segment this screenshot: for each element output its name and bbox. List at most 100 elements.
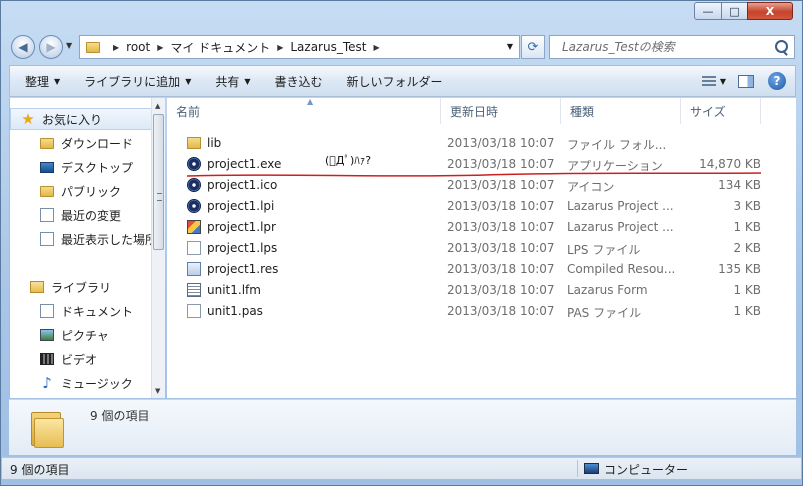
new-folder-button[interactable]: 新しいフォルダー bbox=[338, 70, 452, 92]
add-to-library-menu-button[interactable]: ライブラリに追加 ▼ bbox=[75, 70, 200, 92]
share-menu-button[interactable]: 共有 ▼ bbox=[206, 70, 259, 92]
chevron-right-icon[interactable]: ▶ bbox=[157, 43, 163, 52]
breadcrumb-lazarus-test[interactable]: Lazarus_Test bbox=[290, 40, 366, 54]
file-size: 2 KB bbox=[733, 241, 761, 255]
scroll-up-icon[interactable]: ▲ bbox=[155, 102, 160, 110]
file-date: 2013/03/18 10:07 bbox=[447, 283, 555, 297]
details-item-count: 9 個の項目 bbox=[90, 409, 150, 423]
file-name: lib bbox=[207, 136, 222, 150]
column-header-name[interactable]: 名前 bbox=[167, 98, 441, 124]
file-type: ファイル フォル... bbox=[567, 138, 667, 152]
search-input[interactable] bbox=[560, 39, 779, 55]
file-row-project1-lpr[interactable]: project1.lpr 2013/03/18 10:07 Lazarus Pr… bbox=[179, 217, 769, 238]
file-name: unit1.pas bbox=[207, 304, 263, 318]
scroll-down-icon[interactable]: ▼ bbox=[155, 387, 160, 395]
sidebar-item-recent-places[interactable]: 最近表示した場所 bbox=[10, 228, 151, 250]
file-row-unit1-pas[interactable]: unit1.pas 2013/03/18 10:07 PAS ファイル 1 KB bbox=[179, 301, 769, 322]
recent-pages-dropdown[interactable]: ▼ bbox=[66, 41, 72, 50]
details-pane: 9 個の項目 bbox=[9, 399, 796, 455]
address-dropdown-icon[interactable]: ▼ bbox=[507, 42, 513, 51]
lazarus-icon bbox=[187, 178, 201, 192]
file-size: 1 KB bbox=[733, 220, 761, 234]
lazarus-source-icon bbox=[187, 220, 201, 234]
file-row-project1-res[interactable]: project1.res 2013/03/18 10:07 Compiled R… bbox=[179, 259, 769, 280]
column-header-type[interactable]: 種類 bbox=[561, 98, 681, 124]
breadcrumb-root[interactable]: root bbox=[126, 40, 150, 54]
file-size: 1 KB bbox=[733, 283, 761, 297]
back-button[interactable]: ◀ bbox=[11, 35, 35, 59]
chevron-down-icon: ▼ bbox=[185, 76, 192, 86]
chevron-right-icon[interactable]: ▶ bbox=[277, 43, 283, 52]
recent-places-icon bbox=[40, 232, 54, 246]
sidebar-item-label: 最近表示した場所 bbox=[61, 232, 151, 247]
sidebar-item-label: 最近の変更 bbox=[61, 208, 122, 223]
address-bar[interactable]: ▶ root ▶ マイ ドキュメント ▶ Lazarus_Test ▶ ▼ bbox=[79, 35, 520, 59]
sidebar-item-public[interactable]: パブリック bbox=[10, 180, 151, 202]
file-type: Lazarus Project ... bbox=[567, 220, 674, 234]
column-header-date[interactable]: 更新日時 bbox=[441, 98, 561, 124]
search-box[interactable] bbox=[549, 35, 795, 59]
change-view-icon[interactable] bbox=[701, 75, 716, 87]
scrollbar-thumb[interactable] bbox=[153, 114, 164, 250]
title-bar: — □ X bbox=[1, 1, 802, 29]
sidebar-item-label: ダウンロード bbox=[61, 136, 134, 151]
breadcrumb-my-documents[interactable]: マイ ドキュメント bbox=[170, 39, 270, 56]
burn-button[interactable]: 書き込む bbox=[266, 70, 332, 92]
chevron-right-icon[interactable]: ▶ bbox=[373, 43, 379, 52]
navigation-pane: ★ お気に入り ダウンロード デスクトップ パブリック 最近の変更 最近表示した… bbox=[9, 98, 151, 398]
file-name: project1.ico bbox=[207, 178, 278, 192]
sidebar-item-desktop[interactable]: デスクトップ bbox=[10, 156, 151, 178]
sidebar-item-favorites[interactable]: ★ お気に入り bbox=[10, 108, 151, 130]
document-icon bbox=[187, 241, 201, 255]
refresh-button[interactable]: ⟳ bbox=[521, 35, 545, 59]
sidebar-item-documents[interactable]: ドキュメント bbox=[10, 300, 151, 322]
music-icon: ♪ bbox=[42, 374, 52, 392]
file-date: 2013/03/18 10:07 bbox=[447, 199, 555, 213]
desktop-icon bbox=[40, 161, 54, 173]
file-name: project1.lps bbox=[207, 241, 278, 255]
arrow-right-icon: ▶ bbox=[46, 40, 56, 54]
folder-icon bbox=[187, 137, 201, 149]
file-row-project1-lpi[interactable]: project1.lpi 2013/03/18 10:07 Lazarus Pr… bbox=[179, 196, 769, 217]
chevron-down-icon: ▼ bbox=[54, 76, 61, 86]
refresh-icon: ⟳ bbox=[527, 39, 539, 55]
file-size: 14,870 KB bbox=[699, 157, 761, 171]
video-icon bbox=[40, 353, 54, 365]
search-icon[interactable] bbox=[775, 40, 788, 53]
file-type: Lazarus Project ... bbox=[567, 199, 674, 213]
redaction-box bbox=[309, 185, 397, 203]
large-folder-icon bbox=[29, 408, 65, 448]
sidebar-item-label: ライブラリ bbox=[51, 280, 112, 295]
minimize-button[interactable]: — bbox=[694, 2, 722, 20]
file-date: 2013/03/18 10:07 bbox=[447, 241, 555, 255]
sidebar-item-videos[interactable]: ビデオ bbox=[10, 348, 151, 370]
sidebar-item-downloads[interactable]: ダウンロード bbox=[10, 132, 151, 154]
sidebar-item-recent-changes[interactable]: 最近の変更 bbox=[10, 204, 151, 226]
downloads-folder-icon bbox=[40, 137, 54, 149]
lazarus-icon bbox=[187, 199, 201, 213]
file-date: 2013/03/18 10:07 bbox=[447, 262, 555, 276]
close-button[interactable]: X bbox=[747, 2, 793, 20]
document-icon bbox=[187, 304, 201, 318]
navigation-scrollbar[interactable]: ▲ ▼ bbox=[151, 98, 165, 398]
sidebar-item-pictures[interactable]: ピクチャ bbox=[10, 324, 151, 346]
view-controls: ▼ ? bbox=[701, 66, 795, 96]
maximize-button[interactable]: □ bbox=[721, 2, 748, 20]
chevron-right-icon[interactable]: ▶ bbox=[113, 43, 119, 52]
file-row-lib[interactable]: lib 2013/03/18 10:07 ファイル フォル... bbox=[179, 133, 769, 154]
sidebar-item-music[interactable]: ♪ ミュージック bbox=[10, 372, 151, 394]
share-label: 共有 bbox=[215, 74, 240, 89]
file-row-unit1-lfm[interactable]: unit1.lfm 2013/03/18 10:07 Lazarus Form … bbox=[179, 280, 769, 301]
sidebar-item-libraries[interactable]: ライブラリ bbox=[10, 276, 151, 298]
forward-button[interactable]: ▶ bbox=[39, 35, 63, 59]
view-dropdown-icon[interactable]: ▼ bbox=[720, 77, 726, 86]
resource-icon bbox=[187, 262, 201, 276]
column-header-size[interactable]: サイズ bbox=[681, 98, 761, 124]
preview-pane-icon[interactable] bbox=[738, 74, 754, 88]
help-icon[interactable]: ? bbox=[768, 72, 786, 90]
file-row-project1-lps[interactable]: project1.lps 2013/03/18 10:07 LPS ファイル 2… bbox=[179, 238, 769, 259]
redaction-box bbox=[699, 128, 763, 146]
organize-menu-button[interactable]: 整理 ▼ bbox=[16, 70, 69, 92]
library-icon bbox=[30, 281, 44, 293]
computer-icon bbox=[584, 463, 599, 474]
